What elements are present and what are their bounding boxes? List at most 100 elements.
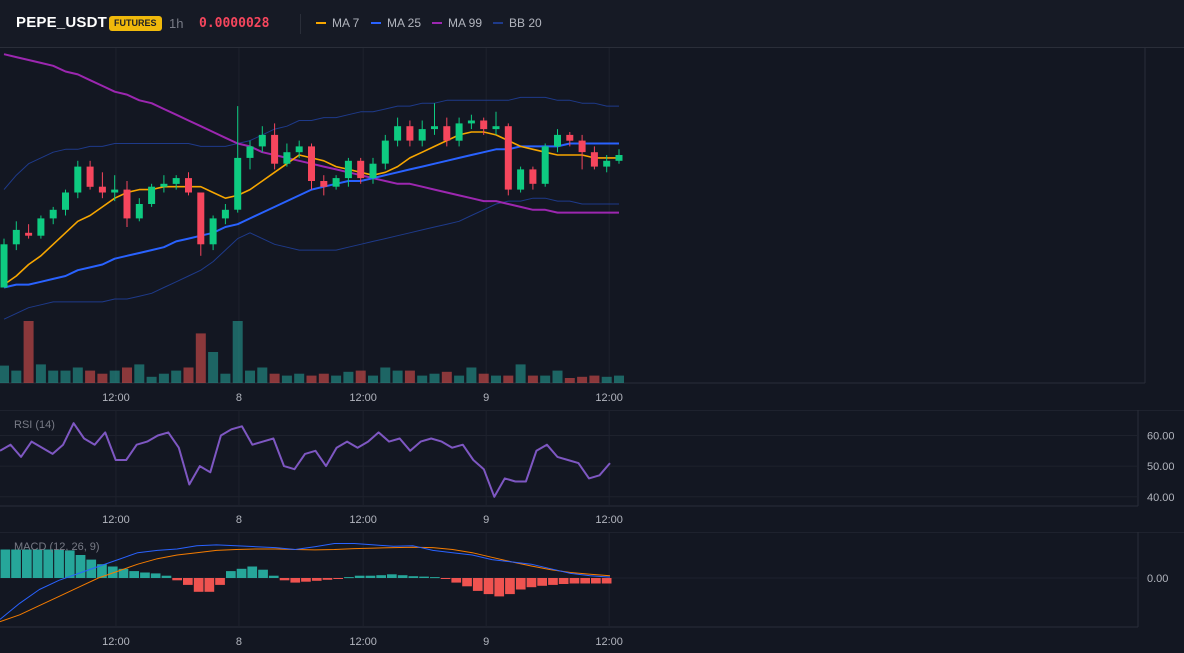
candle-up [283,152,291,164]
macd-hist-up [32,549,43,578]
macd-pane[interactable]: 0.00 MACD (12, 26, 9) 12:00 8 12:00 9 12:00 [0,532,1184,653]
interval-selector[interactable]: 1h [169,16,183,31]
volume-bar [392,370,403,383]
candle-down [86,166,94,187]
volume-bar [601,376,612,383]
candle-up [12,229,20,245]
rsi-tick-label: 50.00 [1147,461,1175,473]
volume-bar [134,364,145,383]
volume-bar [478,373,489,383]
candle-up [344,160,352,179]
legend-ma99-label: MA 99 [448,16,483,30]
candle-down [98,186,106,193]
macd-hist-down [558,578,569,584]
candle-down [529,169,537,184]
volume-bar [158,373,169,383]
candle-up [554,134,561,147]
macd-hist-up [430,577,440,579]
x-axis-label: 9 [483,514,489,526]
symbol-name[interactable]: PEPE_USDT [16,14,107,31]
candle-up [37,218,45,236]
macd-hist-up [387,574,397,578]
volume-bar [220,373,231,383]
macd-hist-down [311,578,322,581]
candle-up [369,163,377,179]
macd-hist-up [419,576,429,578]
volume-bar [257,367,268,383]
candle-up [148,186,156,204]
macd-hist-down [215,578,225,585]
volume-bar [540,375,551,383]
x-axis-label: 8 [236,392,242,404]
candle-up [517,169,525,190]
volume-bar [368,375,378,383]
candle-up [49,209,57,219]
legend-bb20[interactable]: BB 20 [493,16,542,30]
macd-hist-up [129,571,139,578]
x-axis-label: 12:00 [349,392,377,404]
volume-bar [195,333,206,383]
ma25-swatch [371,22,381,24]
legend-ma7[interactable]: MA 7 [316,16,359,30]
volume-bar [109,370,120,383]
macd-hist-down [526,578,537,588]
candle-down [590,152,598,167]
price-pane[interactable]: 12:00 8 12:00 9 12:00 [0,48,1184,410]
candle-up [295,146,303,153]
volume-bar [23,321,34,383]
macd-hist-down [204,578,215,592]
volume-bar [380,367,391,383]
volume-bar [11,370,22,383]
macd-hist-up [75,555,86,578]
candle-down [504,126,512,190]
futures-badge: FUTURES [109,16,162,31]
candle-down [566,134,574,141]
macd-hist-down [322,578,333,580]
volume-bar [318,373,329,383]
macd-hist-up [247,566,258,578]
candle-up [258,134,266,147]
candle-down [406,126,414,141]
candle-up [246,146,254,158]
volume-bar [232,321,243,383]
candle-up [332,178,340,187]
volume-bar [306,375,317,383]
macd-title: MACD (12, 26, 9) [14,541,100,553]
legend-ma99[interactable]: MA 99 [432,16,482,30]
macd-hist-down [462,578,472,587]
volume-bar [404,370,415,383]
volume-bar [60,370,71,383]
volume-bar [171,370,182,383]
candle-down [185,178,192,193]
legend-ma25-label: MA 25 [387,16,422,30]
macd-tick-label: 0.00 [1147,573,1168,585]
volume-bar [564,378,575,383]
volume-bar [515,364,526,383]
volume-bar [589,375,600,383]
candle-up [394,126,402,141]
macd-hist-up [408,576,419,578]
rsi-tick-label: 60.00 [1147,430,1175,442]
legend-bb20-label: BB 20 [509,16,542,30]
macd-hist-up [11,549,21,578]
volume-bar [183,367,194,383]
volume-bar [577,376,588,383]
rsi-pane[interactable]: 60.00 50.00 40.00 RSI (14) 12:00 8 12:00 9 12:00 [0,410,1184,532]
x-axis-label: 12:00 [102,636,130,648]
header-divider [300,14,301,34]
x-axis-label: 12:00 [595,636,623,648]
macd-hist-up [236,568,247,578]
volume-bar [343,371,354,383]
legend-ma25[interactable]: MA 25 [371,16,421,30]
macd-hist-up [268,575,279,578]
volume-bar [552,370,563,383]
candle-up [0,244,8,288]
macd-hist-up [0,549,11,578]
volume-bar [417,375,428,383]
macd-hist-up [226,571,236,578]
volume-bar [527,375,538,383]
last-price: 0.0000028 [199,16,270,31]
macd-hist-up [64,550,75,578]
volume-bar [208,352,219,383]
macd-hist-down [333,578,343,579]
